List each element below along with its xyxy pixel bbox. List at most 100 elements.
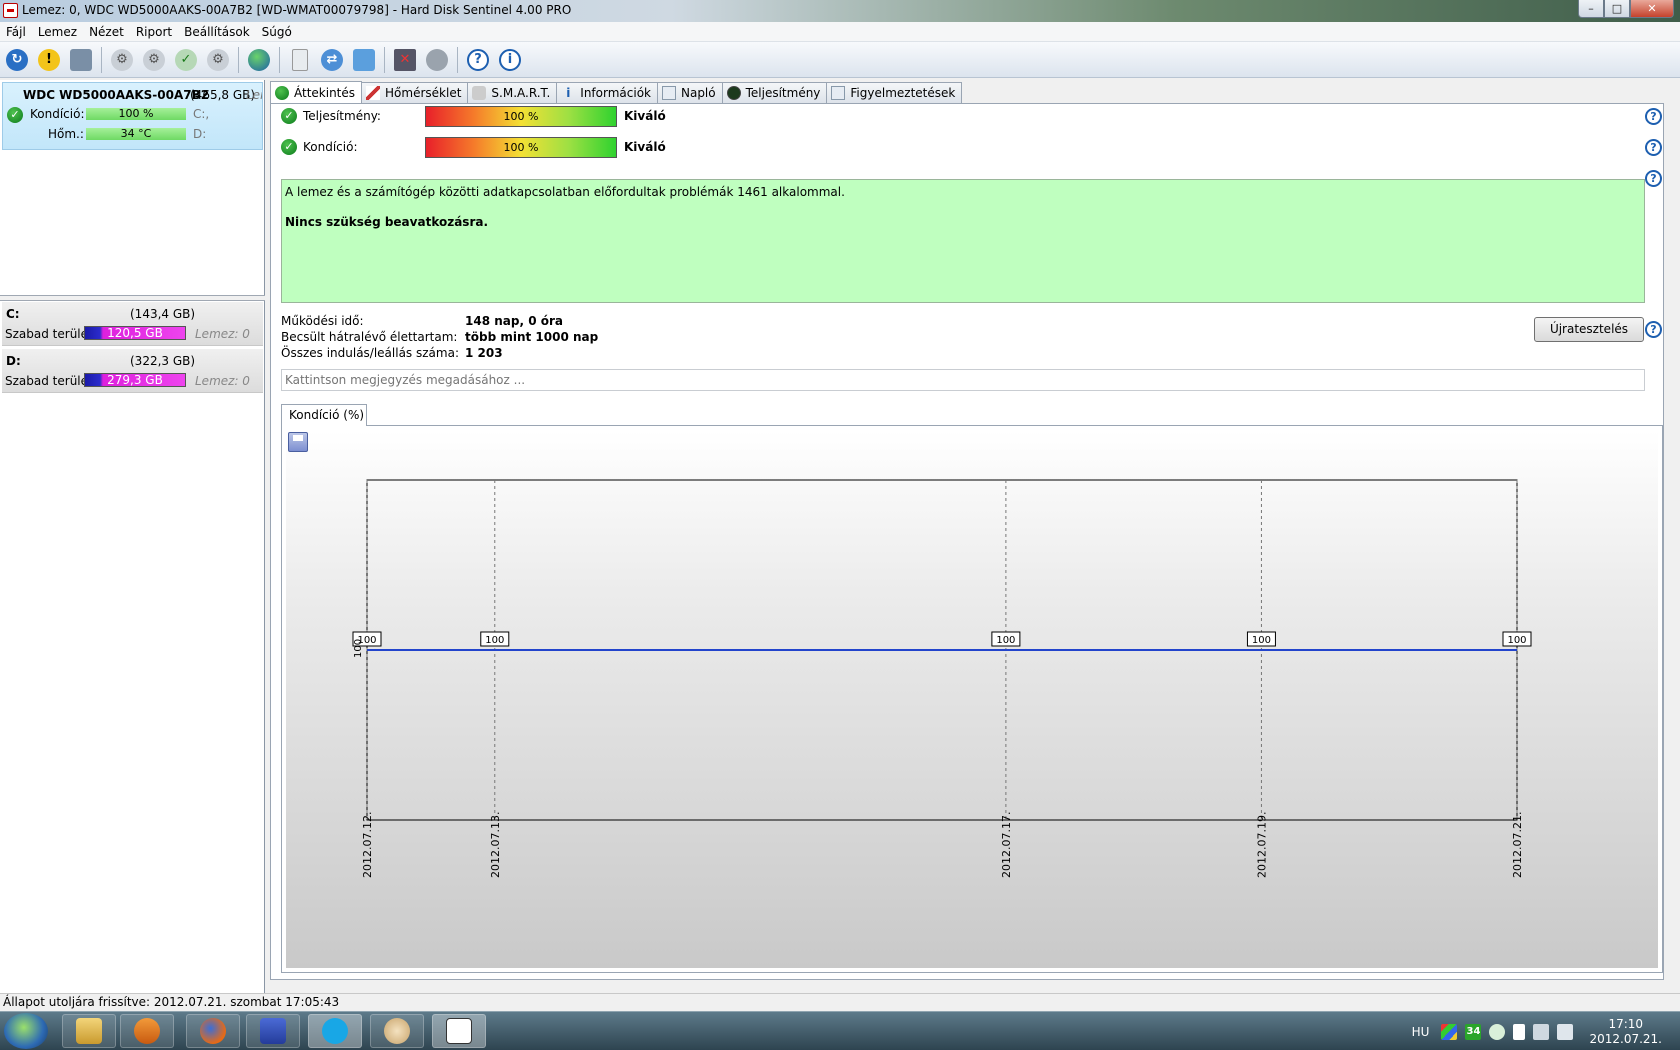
alert-button[interactable]: ! [35, 46, 63, 74]
app-icon [3, 3, 18, 18]
tab-smart[interactable]: S.M.A.R.T. [467, 82, 558, 103]
network-tray-icon[interactable] [1533, 1023, 1550, 1040]
help-icon[interactable]: ? [1645, 139, 1662, 156]
clock[interactable]: 17:10 2012.07.21. [1589, 1017, 1662, 1047]
taskbar-media-player[interactable] [120, 1014, 174, 1048]
firefox-icon [200, 1018, 226, 1044]
info-icon: i [499, 48, 521, 71]
volume-icon[interactable] [1557, 1023, 1574, 1040]
sync-button[interactable]: ⇄ [318, 46, 346, 74]
taskbar-firefox[interactable] [186, 1014, 240, 1048]
check-icon: ✓ [281, 139, 297, 155]
panel-splitter[interactable] [0, 295, 265, 301]
web-button[interactable] [245, 46, 273, 74]
temperature-tray-icon[interactable]: 34 [1465, 1023, 1482, 1040]
help-icon[interactable]: ? [1645, 170, 1662, 187]
start-button[interactable] [4, 1013, 48, 1049]
help-icon[interactable]: ? [1645, 321, 1662, 338]
test-button[interactable]: ✕ [391, 46, 419, 74]
volume-card[interactable]: D: (322,3 GB) Szabad terület 279,3 GB Le… [2, 349, 263, 393]
usb-disk-2-icon: ⚙ [143, 48, 165, 71]
windows-flag-icon[interactable] [1441, 1023, 1458, 1040]
volume-size: (143,4 GB) [130, 307, 196, 321]
tab-label: Áttekintés [294, 85, 356, 100]
y-tick-label: 100 [353, 639, 364, 658]
menu-disk[interactable]: Lemez [34, 25, 85, 39]
health-chart-area: 2012.07.12. 2012.07.13. 2012.07.17. 2012.07… [286, 430, 1658, 968]
about-button[interactable]: i [496, 46, 524, 74]
note-input[interactable] [281, 369, 1645, 391]
window-title: Lemez: 0, WDC WD5000AAKS-00A7B2 [WD-WMAT… [22, 3, 572, 17]
temp-label: Hőm.: [48, 127, 84, 141]
chart-tab-health[interactable]: Kondíció (%) [281, 404, 367, 426]
overview-panel: ✓ Teljesítmény: 100 % Kiváló ? ✓ Kondíci… [270, 103, 1664, 980]
temp-bar: 34 °C [86, 128, 186, 140]
usb-disk-4-button[interactable]: ⚙ [204, 46, 232, 74]
sound-button[interactable] [423, 46, 451, 74]
taskbar-hd-sentinel[interactable] [432, 1014, 486, 1048]
taskbar-skype[interactable] [308, 1014, 362, 1048]
message-text: A lemez és a számítógép közötti adatkapc… [285, 185, 845, 199]
tab-log[interactable]: Napló [656, 82, 723, 103]
temp-drive: D: [193, 127, 207, 141]
refresh-button[interactable]: ↻ [3, 46, 31, 74]
help-icon: ? [467, 48, 489, 71]
data-label: 100 [1507, 635, 1526, 646]
tab-performance[interactable]: Teljesítmény [721, 82, 828, 103]
test-icon: ✕ [394, 48, 416, 71]
log-icon [661, 86, 676, 100]
taskbar-save[interactable] [246, 1014, 300, 1048]
health-bar: 100 % [425, 137, 617, 158]
usb-disk-4-icon: ⚙ [207, 48, 229, 71]
lifetime-value: több mint 1000 nap [465, 330, 599, 344]
uptime-value: 148 nap, 0 óra [465, 314, 563, 328]
tab-overview[interactable]: Áttekintés [270, 81, 363, 103]
minimize-button[interactable]: – [1578, 0, 1604, 18]
taskbar-paint[interactable] [370, 1014, 424, 1048]
menu-file[interactable]: Fájl [2, 25, 34, 39]
usb-disk-3-button[interactable]: ✓ [172, 46, 200, 74]
usb-disk-2-button[interactable]: ⚙ [140, 46, 168, 74]
toolbar: ↻ ! ⚙ ⚙ ✓ ⚙ ⇄ ✕ ? i [0, 42, 1680, 78]
menu-settings[interactable]: Beállítások [180, 25, 258, 39]
uptime-label: Működési idő: [281, 314, 364, 328]
menu-report[interactable]: Riport [132, 25, 180, 39]
menu-view[interactable]: Nézet [85, 25, 132, 39]
message-recommendation: Nincs szükség beavatkozásra. [285, 215, 489, 229]
maximize-button[interactable]: □ [1604, 0, 1630, 18]
info-icon: i [566, 86, 571, 100]
tab-label: Hőmérséklet [385, 86, 462, 100]
help-icon[interactable]: ? [1645, 108, 1662, 125]
disk-list-panel: WDC WD5000AAKS-00A7B2 (465,8 GB) Len ✓ K… [0, 80, 265, 995]
tab-temperature[interactable]: Hőmérséklet [361, 82, 469, 103]
network-button[interactable] [350, 46, 378, 74]
tab-alerts[interactable]: Figyelmeztetések [826, 82, 963, 103]
volume-disk: Lemez: 0 [195, 327, 250, 341]
health-bar: 100 % [86, 108, 186, 120]
flag-icon[interactable] [1513, 1023, 1526, 1040]
disk-card[interactable]: WDC WD5000AAKS-00A7B2 (465,8 GB) Len ✓ K… [2, 82, 263, 150]
close-button[interactable]: ✕ [1630, 0, 1674, 18]
report-icon [292, 48, 308, 71]
volume-disk: Lemez: 0 [195, 374, 250, 388]
taskbar-explorer[interactable] [62, 1014, 116, 1048]
disk-info-button[interactable] [67, 46, 95, 74]
refresh-icon: ↻ [6, 48, 28, 71]
retest-button[interactable]: Újratesztelés [1534, 317, 1644, 342]
menu-help[interactable]: Súgó [258, 25, 300, 39]
volume-card[interactable]: C: (143,4 GB) Szabad terület 120,5 GB Le… [2, 302, 263, 346]
system-tray: HU 34 17:10 2012.07.21. [1412, 1012, 1680, 1050]
tab-information[interactable]: i Információk [556, 82, 658, 103]
report-button[interactable] [286, 46, 314, 74]
power-cycles-label: Összes indulás/leállás száma: [281, 346, 459, 360]
paint-icon [384, 1018, 410, 1044]
language-indicator[interactable]: HU [1412, 1025, 1430, 1039]
usb-disk-1-button[interactable]: ⚙ [108, 46, 136, 74]
clock-date: 2012.07.21. [1589, 1031, 1662, 1046]
title-bar[interactable]: Lemez: 0, WDC WD5000AAKS-00A7B2 [WD-WMAT… [0, 0, 1680, 22]
health-label: Kondíció: [303, 140, 358, 154]
taskbar: HU 34 17:10 2012.07.21. [0, 1011, 1680, 1050]
chat-icon[interactable] [1489, 1023, 1506, 1040]
power-cycles-value: 1 203 [465, 346, 503, 360]
help-button[interactable]: ? [464, 46, 492, 74]
